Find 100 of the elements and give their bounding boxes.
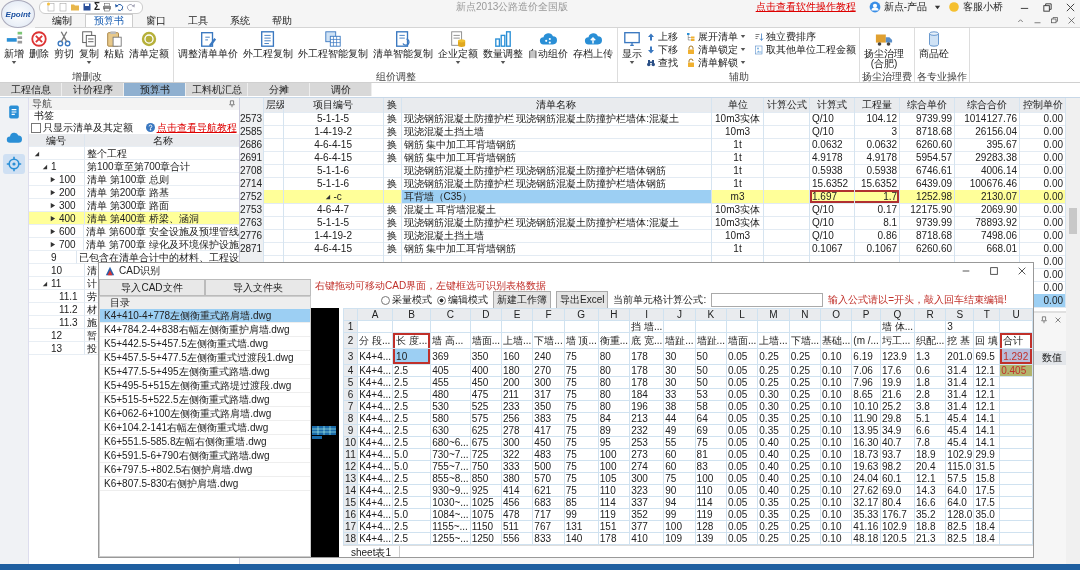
sheet-cell[interactable]: 5.0	[392, 508, 431, 521]
sheet-cell[interactable]: 178	[598, 532, 630, 545]
sheet-cell[interactable]: 450	[532, 436, 565, 449]
sheet-cell[interactable]: 1150	[470, 520, 502, 533]
sheet-cell[interactable]: 60	[663, 448, 696, 461]
sheet-cell[interactable]: 99	[663, 508, 696, 521]
sheet-cell[interactable]: 50	[695, 376, 727, 389]
sheet-cell[interactable]: 750	[470, 460, 502, 473]
sheet-cell[interactable]: 98.2	[880, 460, 915, 473]
sheet-cell[interactable]: 0.35	[757, 508, 790, 521]
sheet-cell[interactable]: 100	[598, 460, 630, 473]
column-header[interactable]: D	[470, 308, 502, 321]
sheet-cell[interactable]	[999, 460, 1033, 473]
ribbon-button[interactable]: 取其他单位工程金额	[753, 43, 857, 56]
restore-icon[interactable]	[1050, 16, 1059, 25]
sheet-cell[interactable]: 41.16	[851, 520, 881, 533]
blank-page-icon[interactable]	[58, 2, 68, 12]
sheet-cell[interactable]: 64	[695, 412, 727, 425]
ribbon-button[interactable]: 清单智能复制	[371, 29, 435, 60]
sheet-cell[interactable]: 12.1	[973, 388, 1000, 401]
sheet-cell[interactable]: 833	[532, 532, 565, 545]
sheet-cell[interactable]	[726, 320, 758, 333]
sheet-cell[interactable]: 1030~...	[430, 496, 471, 509]
collapse-ribbon-icon[interactable]	[1016, 16, 1025, 25]
column-header[interactable]: O	[820, 308, 852, 321]
sheet-cell[interactable]: 0.05	[726, 508, 758, 521]
sheet-cell[interactable]: 0.25	[789, 364, 821, 377]
sheet-cell[interactable]: 0.05	[726, 460, 758, 473]
collapsed-arrow-icon[interactable]	[48, 201, 56, 209]
sheet-cell[interactable]: 725	[470, 448, 502, 461]
sheet-cell[interactable]: 352	[629, 508, 664, 521]
file-item[interactable]: K6+807.5-830右侧护肩墙.dwg	[100, 477, 310, 491]
sheet-cell[interactable]: 45.4	[945, 424, 974, 437]
sheet-cell[interactable]: 240	[532, 348, 565, 365]
sheet-cell[interactable]: 0.25	[789, 496, 821, 509]
import-button[interactable]: 导入文件夹	[205, 279, 311, 296]
sheet-cell[interactable]: 0.10	[820, 424, 852, 437]
sheet-cell[interactable]: 12.1	[973, 364, 1000, 377]
sheet-cell[interactable]: 17.5	[973, 496, 1000, 509]
sheet-cell[interactable]: 232	[629, 424, 664, 437]
restore-icon[interactable]	[1042, 1, 1053, 13]
ribbon-button[interactable]: 外工程智能复制	[296, 29, 370, 60]
print-icon[interactable]	[102, 2, 112, 12]
sheet-cell[interactable]: 下墙...	[532, 332, 565, 349]
sheet-cell[interactable]: 14.3	[914, 484, 946, 497]
sheet-cell[interactable]: 24.04	[851, 472, 881, 485]
sheet-cell[interactable]: 410	[629, 532, 664, 545]
sheet-cell[interactable]: 0.05	[726, 364, 758, 377]
sheet-cell[interactable]	[999, 320, 1033, 333]
menu-tab[interactable]: 系统	[221, 14, 259, 27]
file-item[interactable]: K4+784.2-4+838右幅左侧衡重护肩墙.dwg	[100, 323, 310, 337]
sheet-cell[interactable]	[999, 472, 1033, 485]
sheet-cell[interactable]: 184	[629, 388, 664, 401]
sheet-cell[interactable]: 300	[629, 472, 664, 485]
sheet-cell[interactable]: 3	[945, 320, 974, 333]
sheet-cell[interactable]: 925	[470, 484, 502, 497]
sheet-cell[interactable]: 75	[564, 472, 599, 485]
sheet-cell[interactable]: 253	[629, 436, 664, 449]
sheet-cell[interactable]: 30	[663, 348, 696, 365]
pin-icon[interactable]	[227, 100, 236, 108]
formula-field[interactable]	[711, 293, 824, 307]
sheet-cell[interactable]: 圬工...	[880, 332, 915, 349]
sheet-cell[interactable]: 6.19	[851, 348, 881, 365]
sheet-cell[interactable]: 0.05	[726, 484, 758, 497]
page-tab[interactable]: 计价程序	[62, 83, 124, 96]
sheet-cell[interactable]: 上墙...	[501, 332, 533, 349]
sheet-cell[interactable]: 35.33	[851, 508, 881, 521]
sheet-cell[interactable]: 0.25	[757, 532, 790, 545]
tutorial-link[interactable]: 点击查看导航教程	[156, 120, 237, 135]
sheet-cell[interactable]	[663, 320, 696, 333]
file-item[interactable]: K4+410-4+778左侧衡重式路肩墙.dwg	[100, 309, 310, 323]
ribbon-button[interactable]: 独立费排序	[753, 30, 857, 43]
close-icon[interactable]	[1067, 16, 1076, 25]
sheet-cell[interactable]: 0.10	[820, 400, 852, 413]
sheet-cell[interactable]: 0.10	[820, 484, 852, 497]
sheet-cell[interactable]: 81	[695, 448, 727, 461]
sheet-cell[interactable]: 256	[501, 412, 533, 425]
sheet-cell[interactable]: 49	[663, 424, 696, 437]
tree-item[interactable]: 清单 第700章 绿化及环境保护设施	[84, 238, 239, 251]
new-document-icon[interactable]	[46, 2, 56, 12]
sheet-cell[interactable]: 1255~...	[430, 532, 471, 545]
sheet-cell[interactable]: 2.5	[392, 532, 431, 545]
sheet-cell[interactable]: 80	[598, 388, 630, 401]
sheet-cell[interactable]: 0.10	[820, 508, 852, 521]
sheet-cell[interactable]: 0.25	[789, 412, 821, 425]
page-tab[interactable]: 调价	[310, 83, 372, 96]
sheet-cell[interactable]: 475	[470, 388, 502, 401]
sheet-cell[interactable]: 0.25	[789, 348, 821, 365]
sheet-cell[interactable]: 196	[629, 400, 664, 413]
expanded-arrow-icon[interactable]	[40, 279, 48, 287]
sheet-cell[interactable]: 1075	[470, 508, 502, 521]
ribbon-button[interactable]: 下移	[645, 43, 679, 56]
sheet-cell[interactable]: 80	[598, 376, 630, 389]
collapsed-arrow-icon[interactable]	[48, 188, 56, 196]
ribbon-button[interactable]: 数量调整	[481, 29, 525, 66]
sheet-cell[interactable]: 478	[501, 508, 533, 521]
expanded-arrow-icon[interactable]	[40, 162, 48, 170]
sheet-cell[interactable]: 0.10	[820, 412, 852, 425]
sheet-cell[interactable]: 0.25	[789, 520, 821, 533]
sheet-cell[interactable]: 151	[598, 520, 630, 533]
